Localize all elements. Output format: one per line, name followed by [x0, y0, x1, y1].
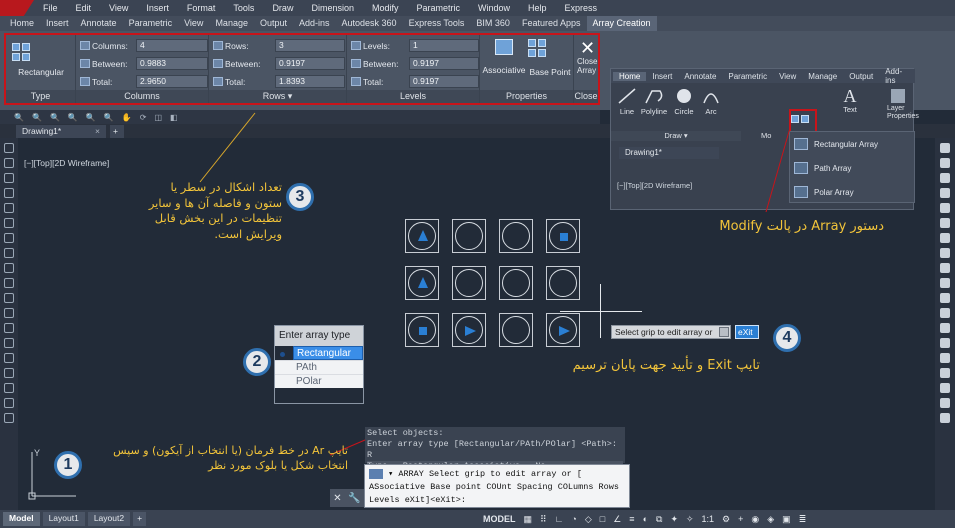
step-3-badge: 3 — [286, 183, 314, 211]
step-1-badge: 1 — [54, 451, 82, 479]
autocad-window: File Edit View Insert Format Tools Draw … — [0, 0, 955, 528]
step-3-text: تعداد اشکال در سطر یا ستون و فاصله آن ها… — [148, 180, 282, 241]
step-2-badge: 2 — [243, 348, 271, 376]
step-4-badge: 4 — [773, 324, 801, 352]
array-palette-text: دستور Array در پالت Modify — [719, 219, 884, 234]
step-1-text: تایپ Ar در خط فرمان (یا انتخاب از آیکون)… — [113, 444, 348, 472]
step-4-text: تایپ Exit و تأیید جهت پایان ترسیم — [572, 358, 760, 373]
